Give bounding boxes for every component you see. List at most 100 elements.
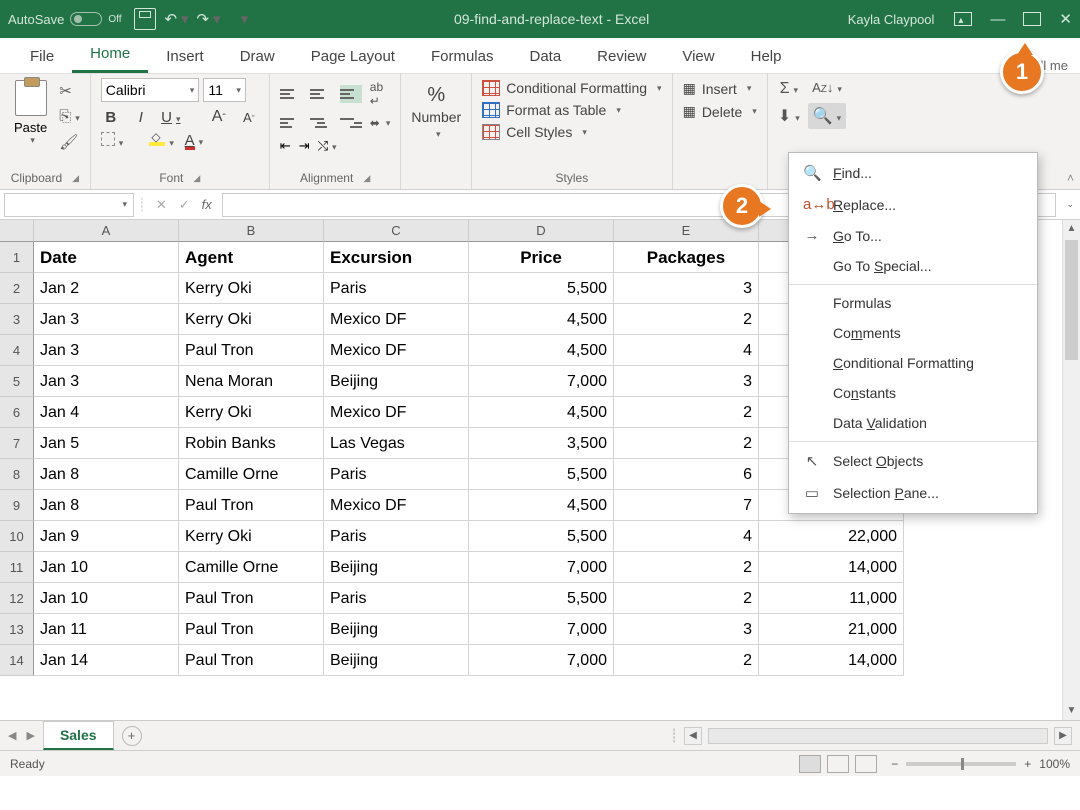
- cell[interactable]: Kerry Oki: [179, 521, 324, 552]
- cell[interactable]: Paris: [324, 583, 469, 614]
- column-header[interactable]: C: [324, 220, 469, 242]
- scroll-thumb[interactable]: [1065, 240, 1078, 360]
- cell[interactable]: 2: [614, 645, 759, 676]
- paste-button[interactable]: Paste ▾: [10, 78, 51, 148]
- cancel-icon[interactable]: ✕: [156, 197, 167, 213]
- font-size-input[interactable]: [208, 82, 232, 98]
- cell[interactable]: Paul Tron: [179, 614, 324, 645]
- italic-button[interactable]: I: [131, 109, 151, 126]
- cell[interactable]: 3: [614, 273, 759, 304]
- cell[interactable]: 5,500: [469, 459, 614, 490]
- cell[interactable]: Paris: [324, 521, 469, 552]
- menu-cond-format[interactable]: Conditional Formatting: [789, 348, 1037, 378]
- cell[interactable]: Mexico DF: [324, 335, 469, 366]
- select-all-corner[interactable]: [0, 220, 34, 242]
- column-header[interactable]: D: [469, 220, 614, 242]
- cell[interactable]: Date: [34, 242, 179, 273]
- column-header[interactable]: A: [34, 220, 179, 242]
- row-header[interactable]: 3: [0, 304, 34, 335]
- cell[interactable]: 14,000: [759, 552, 904, 583]
- cell[interactable]: Jan 3: [34, 366, 179, 397]
- menu-formulas[interactable]: Formulas: [789, 288, 1037, 318]
- maximize-icon[interactable]: [1023, 12, 1041, 26]
- cell[interactable]: Jan 2: [34, 273, 179, 304]
- delete-cells-button[interactable]: ▦Delete▾: [683, 103, 757, 120]
- cell[interactable]: 4,500: [469, 304, 614, 335]
- cell[interactable]: Jan 3: [34, 335, 179, 366]
- cell[interactable]: 4: [614, 521, 759, 552]
- cell[interactable]: Jan 8: [34, 459, 179, 490]
- merge-center-button[interactable]: ⬌▾: [370, 116, 391, 130]
- row-header[interactable]: 6: [0, 397, 34, 428]
- row-header[interactable]: 13: [0, 614, 34, 645]
- grow-font-button[interactable]: Aˆ: [209, 108, 229, 126]
- fill-color-button[interactable]: ▾: [149, 133, 174, 150]
- cell[interactable]: Kerry Oki: [179, 397, 324, 428]
- percent-style-button[interactable]: %: [417, 78, 455, 109]
- font-name-select[interactable]: ▾: [101, 78, 200, 102]
- underline-button[interactable]: U▾: [161, 109, 181, 126]
- cell[interactable]: Jan 14: [34, 645, 179, 676]
- align-middle-button[interactable]: [310, 85, 332, 103]
- align-center-button[interactable]: [310, 114, 332, 132]
- cell[interactable]: 6: [614, 459, 759, 490]
- cell[interactable]: Paris: [324, 273, 469, 304]
- cell[interactable]: Paris: [324, 459, 469, 490]
- tab-formulas[interactable]: Formulas: [413, 40, 512, 73]
- tab-draw[interactable]: Draw: [222, 40, 293, 73]
- row-header[interactable]: 7: [0, 428, 34, 459]
- sheet-tab-sales[interactable]: Sales: [43, 721, 114, 750]
- cell[interactable]: Mexico DF: [324, 490, 469, 521]
- cell[interactable]: 2: [614, 428, 759, 459]
- dialog-launcher-icon[interactable]: ◢: [193, 173, 200, 184]
- cell[interactable]: 3,500: [469, 428, 614, 459]
- borders-button[interactable]: ▾: [101, 132, 124, 150]
- close-icon[interactable]: ✕: [1059, 10, 1072, 28]
- redo-icon[interactable]: ↷▾: [198, 8, 220, 30]
- expand-formula-bar-icon[interactable]: ⌄: [1060, 199, 1080, 210]
- cell[interactable]: 4,500: [469, 335, 614, 366]
- cell[interactable]: 22,000: [759, 521, 904, 552]
- normal-view-button[interactable]: [799, 755, 821, 773]
- cell[interactable]: Las Vegas: [324, 428, 469, 459]
- row-header[interactable]: 11: [0, 552, 34, 583]
- cell[interactable]: Nena Moran: [179, 366, 324, 397]
- tab-page-layout[interactable]: Page Layout: [293, 40, 413, 73]
- cell[interactable]: Packages: [614, 242, 759, 273]
- menu-data-validation[interactable]: Data Validation: [789, 408, 1037, 438]
- zoom-in-button[interactable]: +: [1024, 757, 1031, 771]
- increase-indent-button[interactable]: ⇥: [299, 138, 310, 154]
- cell[interactable]: Beijing: [324, 614, 469, 645]
- cell[interactable]: 2: [614, 304, 759, 335]
- cell[interactable]: 7,000: [469, 645, 614, 676]
- row-header[interactable]: 12: [0, 583, 34, 614]
- undo-icon[interactable]: ↶▾: [166, 8, 188, 30]
- insert-cells-button[interactable]: ▦Insert▾: [683, 80, 757, 97]
- cell-styles-button[interactable]: Cell Styles▾: [482, 124, 661, 140]
- cell[interactable]: 5,500: [469, 273, 614, 304]
- row-header[interactable]: 14: [0, 645, 34, 676]
- cell[interactable]: 7: [614, 490, 759, 521]
- sort-filter-button[interactable]: AZ↓▾: [812, 80, 842, 95]
- fill-button[interactable]: ⬇▾: [778, 106, 800, 126]
- scroll-down-icon[interactable]: ▼: [1063, 702, 1080, 720]
- menu-find[interactable]: 🔍Find...: [789, 157, 1037, 189]
- font-name-input[interactable]: [106, 82, 186, 98]
- conditional-formatting-button[interactable]: Conditional Formatting▾: [482, 80, 661, 96]
- ribbon-options-icon[interactable]: ▴: [954, 12, 972, 26]
- menu-replace[interactable]: a↔bReplace...: [789, 189, 1037, 220]
- cell[interactable]: 3: [614, 614, 759, 645]
- cell[interactable]: Excursion: [324, 242, 469, 273]
- cell[interactable]: Jan 5: [34, 428, 179, 459]
- row-header[interactable]: 5: [0, 366, 34, 397]
- cell[interactable]: 5,500: [469, 521, 614, 552]
- cell[interactable]: Mexico DF: [324, 304, 469, 335]
- user-name[interactable]: Kayla Claypool: [848, 12, 935, 27]
- page-break-view-button[interactable]: [855, 755, 877, 773]
- cell[interactable]: Jan 9: [34, 521, 179, 552]
- page-layout-view-button[interactable]: [827, 755, 849, 773]
- cell[interactable]: 2: [614, 397, 759, 428]
- cell[interactable]: 4,500: [469, 397, 614, 428]
- dialog-launcher-icon[interactable]: ◢: [72, 173, 79, 184]
- cell[interactable]: Jan 10: [34, 552, 179, 583]
